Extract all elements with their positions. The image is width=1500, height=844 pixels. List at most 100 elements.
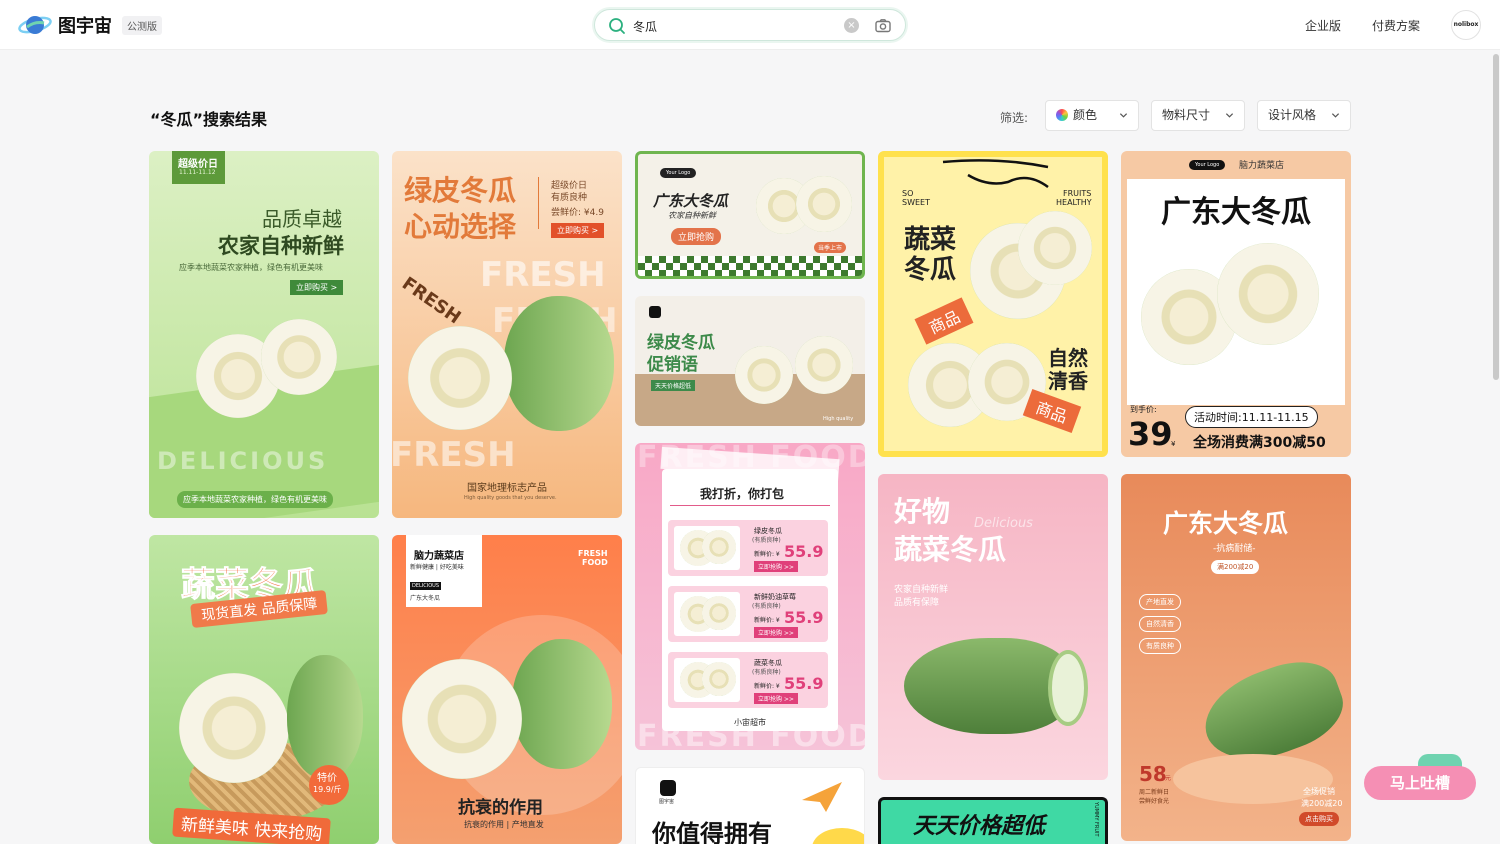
- template-card-11[interactable]: 脑力蔬菜店 新鲜健康 | 好吃美味 DELICIOUS 广东大冬瓜 FRESH …: [392, 535, 622, 844]
- filter-size-dropdown[interactable]: 物料尺寸: [1151, 100, 1245, 131]
- melon-image: [1018, 211, 1092, 285]
- buy-button: 立即购买 >: [551, 223, 605, 238]
- item-price-label: 新鲜价: ¥: [754, 617, 780, 624]
- card-title2: 冬瓜: [904, 255, 957, 285]
- search-input[interactable]: [633, 16, 833, 36]
- camera-icon[interactable]: [874, 17, 892, 35]
- item-sub: (有质良种): [752, 603, 781, 610]
- item-button: 立即抢购 >>: [754, 561, 798, 572]
- badge-main: 超级价日: [178, 159, 218, 170]
- card-sub: 抗衰的作用 | 产地直发: [464, 820, 544, 829]
- template-card-9[interactable]: 广东大冬瓜 -抗病耐储- 满200减20 产地直发 自然清香 有质良种 58 元…: [1121, 474, 1351, 841]
- template-card-4[interactable]: 绿皮冬瓜 促销语 天天价格超低 High quality: [635, 296, 865, 426]
- template-card-2[interactable]: 绿皮冬瓜 心动选择 超级价日 有质良种 尝鲜价: ¥4.9 立即购买 > FRE…: [392, 151, 622, 518]
- template-card-12[interactable]: 图宇宙 你值得拥有: [635, 767, 865, 844]
- bg-word: DELICIOUS: [157, 447, 329, 475]
- card-title: 广东大冬瓜: [1161, 195, 1311, 230]
- filter-color-dropdown[interactable]: 颜色: [1045, 100, 1139, 131]
- item-button: 立即抢购 >>: [754, 627, 798, 638]
- store-tagline: 新鲜健康 | 好吃美味: [410, 564, 464, 571]
- feature-tag: 自然清香: [1139, 616, 1181, 632]
- list-item: 蔬菜冬瓜 (有质良种) 新鲜价: ¥ 55.9 立即抢购 >>: [668, 652, 828, 708]
- item-price: 55.9: [784, 608, 824, 627]
- nav-enterprise[interactable]: 企业版: [1305, 17, 1341, 34]
- price-unit: ¥: [1171, 440, 1176, 448]
- nav-pricing[interactable]: 付费方案: [1372, 17, 1420, 34]
- brand-icon: [660, 780, 676, 796]
- page-title: “冬瓜”搜索结果: [150, 110, 268, 129]
- side-text2: 有质良种: [551, 193, 588, 203]
- item-price-label: 新鲜价: ¥: [754, 551, 780, 558]
- search-bar[interactable]: ×: [594, 9, 906, 41]
- template-card-3[interactable]: Your Logo 广东大冬瓜 农家自种新鲜 立即抢购 当季上市: [635, 151, 865, 279]
- product-name: 广东大冬瓜: [410, 595, 441, 602]
- price-value: 39: [1128, 415, 1173, 453]
- template-card-13[interactable]: 天天价格超低 YUMMY FRUIT: [878, 797, 1108, 844]
- filter-label: 筛选:: [1000, 111, 1029, 125]
- template-card-5[interactable]: SO SWEET FRUITS HEALTHY 蔬菜 冬瓜 商品 自然 清香 商…: [878, 151, 1108, 457]
- script-text: Delicious: [974, 516, 1033, 531]
- chevron-down-icon: [1225, 113, 1234, 118]
- template-card-8[interactable]: 好物 蔬菜冬瓜 Delicious 农家自种新鲜 品质有保障: [878, 474, 1108, 780]
- store-name: 脑力蔬菜店: [414, 551, 464, 562]
- avatar[interactable]: nolibox: [1451, 10, 1481, 40]
- item-button: 立即抢购 >>: [754, 693, 798, 704]
- list-item: 新鲜奶油草莓 (有质良种) 新鲜价: ¥ 55.9 立即抢购 >>: [668, 586, 828, 642]
- badge-date: 11.11-11.12: [179, 169, 216, 176]
- buy-button: 立即购买 >: [290, 280, 344, 295]
- planet-icon: [18, 12, 52, 38]
- item-thumb: [674, 658, 740, 702]
- chevron-down-icon: [1119, 113, 1128, 118]
- melon-image: [796, 176, 852, 232]
- bg-word: FRESH: [392, 435, 516, 475]
- filter-style-dropdown[interactable]: 设计风格: [1257, 100, 1351, 131]
- card-title: 天天价格超低: [913, 814, 1046, 839]
- fruits-text: FRUITS: [1063, 189, 1092, 198]
- card-line2: 农家自种新鲜: [218, 234, 344, 258]
- logo-pill: Your Logo: [1189, 160, 1226, 170]
- card-sub1: 农家自种新鲜: [894, 585, 949, 595]
- feedback-button[interactable]: 马上吐槽: [1364, 766, 1476, 800]
- side-text3: 尝鲜价: ¥4.9: [551, 208, 604, 218]
- buy-button: 立即抢购: [671, 228, 722, 245]
- feature-tag: 产地直发: [1139, 594, 1181, 610]
- clear-icon[interactable]: ×: [844, 18, 859, 33]
- melon-image: [904, 638, 1072, 734]
- filter-style-label: 设计风格: [1268, 108, 1317, 122]
- card-title4: 清香: [1048, 369, 1088, 393]
- filter-color-label: 颜色: [1073, 108, 1098, 122]
- page-scrollbar[interactable]: [1492, 52, 1500, 844]
- logo-text: 图宇宙: [58, 16, 112, 37]
- card-title: 我打折，你打包: [700, 487, 785, 501]
- template-card-7[interactable]: FRESH FOOD 我打折，你打包 绿皮冬瓜 (有质良种) 新鲜价: ¥ 55…: [635, 443, 865, 750]
- card-title: 广东大冬瓜: [1163, 509, 1289, 538]
- paper-plane-icon: [802, 782, 842, 812]
- list-item: 绿皮冬瓜 (有质良种) 新鲜价: ¥ 55.9 立即抢购 >>: [668, 520, 828, 576]
- melon-image: [795, 336, 853, 394]
- tag-badge: 商品: [914, 297, 974, 345]
- swirl-line-icon: [942, 159, 1049, 189]
- price-unit: 元: [1165, 775, 1172, 782]
- fresh-tilt-text: FRESH: [397, 273, 465, 329]
- filter-size-label: 物料尺寸: [1162, 108, 1211, 122]
- melon-image: [402, 659, 522, 779]
- item-price: 55.9: [784, 542, 824, 561]
- card-line1: 品质卓越: [262, 207, 342, 231]
- color-wheel-icon: [1056, 109, 1068, 121]
- scrollbar-thumb[interactable]: [1493, 54, 1499, 380]
- logo[interactable]: 图宇宙 公测版: [18, 10, 162, 40]
- melon-image: [408, 326, 512, 430]
- card-title2: 促销语: [647, 355, 698, 375]
- template-card-1[interactable]: 超级价日 11.11-11.12 品质卓越 农家自种新鲜 应季本地蔬菜农家种植，…: [149, 151, 379, 518]
- promo-text: 全场消费满300减50: [1193, 435, 1326, 451]
- badge-text2: 19.9/斤: [313, 785, 342, 794]
- brand-sub: 图宇宙: [659, 799, 675, 805]
- tag-badge: 商品: [1022, 388, 1082, 434]
- template-card-10[interactable]: 蔬菜冬瓜 现货直发 品质保障 特价 19.9/斤 新鲜美味 快来抢购: [149, 535, 379, 844]
- template-card-6[interactable]: Your Logo 脑力蔬菜店 广东大冬瓜 到手价: 39 ¥ 活动时间:11.…: [1121, 151, 1351, 457]
- item-sub: (有质良种): [752, 537, 781, 544]
- right-text1: 全场促销: [1303, 787, 1335, 796]
- card-desc: 应季本地蔬菜农家种植，绿色有机更美味: [179, 263, 323, 272]
- melon-image: [179, 673, 289, 783]
- yellow-circle: [812, 828, 864, 844]
